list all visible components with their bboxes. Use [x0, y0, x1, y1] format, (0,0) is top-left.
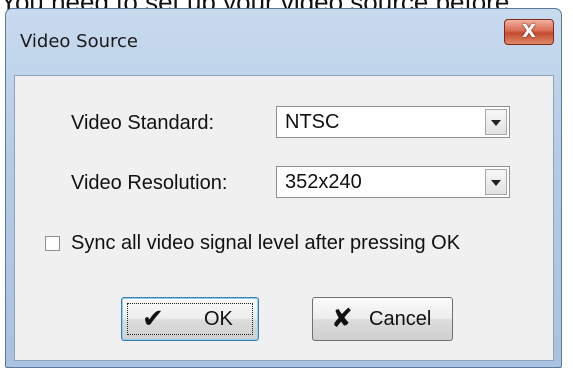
title-bar[interactable]: Video Source X	[6, 9, 561, 69]
cancel-button[interactable]: ✘ Cancel	[312, 297, 453, 341]
ok-label: OK	[204, 308, 233, 330]
sync-checkbox[interactable]	[45, 236, 60, 251]
sync-checkbox-label[interactable]: Sync all video signal level after pressi…	[71, 232, 460, 255]
video-standard-label: Video Standard:	[71, 112, 215, 134]
video-resolution-select[interactable]: 352x240	[276, 166, 510, 198]
video-source-dialog: Video Source X Video Standard: NTSC Vide…	[5, 8, 562, 368]
ok-button[interactable]: ✔ OK	[121, 297, 259, 341]
chevron-down-icon[interactable]	[485, 169, 507, 195]
dialog-title: Video Source	[20, 31, 138, 52]
close-icon: X	[522, 21, 536, 42]
dialog-content: Video Standard: NTSC Video Resolution: 3…	[14, 75, 554, 361]
video-standard-value: NTSC	[285, 111, 340, 133]
video-resolution-value: 352x240	[285, 171, 362, 193]
x-mark-icon: ✘	[331, 304, 353, 334]
chevron-down-icon[interactable]	[485, 109, 507, 135]
close-button[interactable]: X	[504, 19, 554, 45]
cancel-label: Cancel	[369, 308, 432, 330]
checkmark-icon: ✔	[142, 304, 164, 334]
video-resolution-label: Video Resolution:	[71, 172, 228, 194]
video-standard-select[interactable]: NTSC	[276, 106, 510, 138]
